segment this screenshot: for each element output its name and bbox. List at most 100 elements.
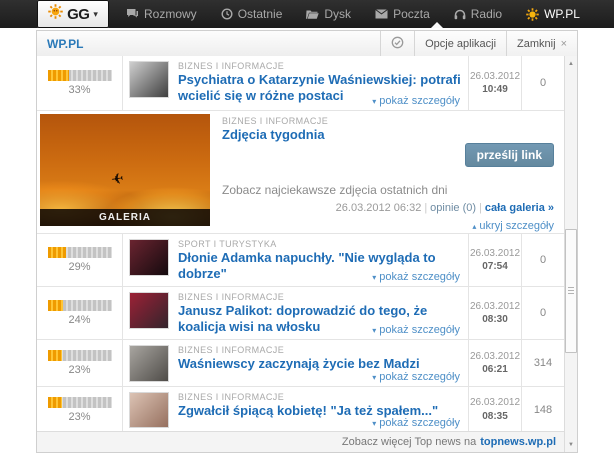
article-date: 26.03.2012 [469, 397, 521, 408]
gallery-datetime: 26.03.2012 06:32 [335, 202, 422, 214]
gallery-body: BIZNES I INFORMACJE Zdjęcia tygodnia prz… [210, 113, 562, 232]
tab-wppl[interactable]: WP.PL [526, 7, 580, 21]
news-row: 24% BIZNES I INFORMACJE Janusz Palikot: … [37, 287, 564, 340]
tab-poczta[interactable]: Poczta [375, 7, 430, 21]
popularity-cell: 33% [37, 56, 123, 110]
show-details-link[interactable]: ▾ pokaż szczegóły [372, 417, 460, 429]
tab-dysk[interactable]: Dysk [306, 7, 351, 21]
article-title-link[interactable]: Waśniewscy zaczynają życie bez Madzi [178, 356, 462, 372]
scrollbar[interactable]: ▲ ▼ [564, 56, 577, 452]
article-time: 07:54 [482, 261, 508, 272]
article-thumbnail[interactable] [129, 345, 169, 382]
article-date: 26.03.2012 [469, 300, 521, 312]
panel-actions: Opcje aplikacji Zamknij × [380, 31, 577, 56]
topbar-tabs: Rozmowy Ostatnie Dysk Poczta Radio WP.PL [126, 0, 580, 28]
check-circle-icon [391, 36, 404, 52]
article-time: 08:35 [482, 410, 508, 422]
news-row: 23% BIZNES I INFORMACJE Zgwałcił śpiącą … [37, 387, 564, 432]
gg-sun-logo-icon [48, 4, 63, 24]
close-label: Zamknij [517, 37, 556, 50]
gallery-title-link[interactable]: Zdjęcia tygodnia [222, 127, 554, 143]
article-category: BIZNES I INFORMACJE [178, 292, 285, 302]
tab-radio[interactable]: Radio [454, 7, 502, 21]
tab-rozmowy[interactable]: Rozmowy [126, 7, 197, 21]
popularity-cell: 23% [37, 340, 123, 386]
news-row: 33% BIZNES I INFORMACJE Psychiatra o Kat… [37, 56, 564, 111]
date-cell: 26.03.2012 07:54 [468, 234, 521, 286]
topnews-link[interactable]: topnews.wp.pl [480, 436, 556, 448]
article-cell: BIZNES I INFORMACJE Waśniewscy zaczynają… [123, 340, 468, 386]
article-date: 26.03.2012 [469, 70, 521, 82]
article-cell: BIZNES I INFORMACJE Psychiatra o Katarzy… [123, 56, 468, 110]
close-button[interactable]: Zamknij × [507, 31, 577, 56]
article-time: 10:49 [482, 84, 508, 95]
gallery-meta: 26.03.2012 06:32 | opinie (0) | cała galeria… [336, 202, 554, 214]
tab-label: Ostatnie [237, 7, 283, 21]
gallery-image[interactable]: ✈ GALERIA [40, 114, 210, 226]
article-time: 08:30 [482, 314, 508, 325]
popularity-bar [47, 300, 112, 311]
chevron-down-icon: ▾ [372, 419, 377, 428]
article-cell: BIZNES I INFORMACJE Janusz Palikot: dopr… [123, 287, 468, 339]
footer-text: Zobacz więcej Top news na [341, 436, 477, 448]
show-details-label: pokaż szczegóły [379, 417, 460, 429]
chevron-down-icon: ▾ [372, 97, 377, 106]
gg-menu-button[interactable]: GG ▾ [37, 0, 109, 28]
tab-label: Radio [470, 7, 503, 21]
article-category: BIZNES I INFORMACJE [178, 61, 285, 71]
send-link-button[interactable]: prześlij link [464, 143, 554, 167]
hide-details-label: ukryj szczegóły [479, 220, 554, 232]
app-topbar: GG ▾ Rozmowy Ostatnie Dysk Poczta Radio … [0, 0, 614, 28]
show-details-label: pokaż szczegóły [379, 271, 460, 283]
article-thumbnail[interactable] [129, 392, 169, 428]
full-gallery-link[interactable]: cała galeria » [485, 202, 554, 214]
date-cell: 26.03.2012 08:30 [468, 287, 521, 339]
show-details-label: pokaż szczegóły [379, 371, 460, 383]
popularity-cell: 24% [37, 287, 123, 339]
panel-header: WP.PL Opcje aplikacji Zamknij × [37, 31, 577, 57]
article-thumbnail[interactable] [129, 239, 169, 276]
opinions-link[interactable]: opinie (0) [430, 202, 476, 214]
show-details-link[interactable]: ▾ pokaż szczegóły [372, 324, 460, 336]
tab-label: WP.PL [544, 7, 580, 21]
check-circle-button[interactable] [381, 31, 416, 56]
app-options-button[interactable]: Opcje aplikacji [415, 31, 508, 56]
popularity-cell: 29% [37, 234, 123, 286]
tab-label: Poczta [393, 7, 430, 21]
panel-title-link[interactable]: WP.PL [47, 37, 83, 51]
folder-icon [306, 9, 320, 20]
popularity-cell: 23% [37, 387, 123, 432]
comment-count: 314 [521, 340, 564, 386]
comment-count: 0 [521, 56, 564, 110]
date-cell: 26.03.2012 06:21 [468, 340, 521, 386]
meta-separator: | [479, 202, 482, 214]
scrollbar-thumb[interactable] [565, 229, 577, 353]
scroll-up-button[interactable]: ▲ [565, 57, 577, 70]
tab-ostatnie[interactable]: Ostatnie [221, 7, 283, 21]
show-details-link[interactable]: ▾ pokaż szczegóły [372, 271, 460, 283]
article-thumbnail[interactable] [129, 61, 169, 98]
article-category: BIZNES I INFORMACJE [178, 392, 285, 402]
news-row: 23% BIZNES I INFORMACJE Waśniewscy zaczy… [37, 340, 564, 387]
show-details-link[interactable]: ▾ pokaż szczegóły [372, 95, 460, 107]
hide-details-link[interactable]: ▴ ukryj szczegóły [472, 220, 554, 232]
popularity-percent: 23% [68, 410, 91, 423]
gg-logo-text: GG [67, 5, 90, 23]
news-list: 33% BIZNES I INFORMACJE Psychiatra o Kat… [37, 56, 564, 432]
app-options-label: Opcje aplikacji [425, 37, 497, 50]
show-details-label: pokaż szczegóły [379, 324, 460, 336]
show-details-link[interactable]: ▾ pokaż szczegóły [372, 371, 460, 383]
chevron-down-icon: ▾ [372, 273, 377, 282]
close-icon: × [560, 37, 567, 50]
scroll-down-button[interactable]: ▼ [565, 438, 577, 451]
article-thumbnail[interactable] [129, 292, 169, 329]
article-date: 26.03.2012 [469, 247, 521, 259]
tab-label: Dysk [324, 7, 352, 21]
popularity-percent: 33% [68, 84, 91, 96]
comment-count: 148 [521, 387, 564, 432]
popularity-bar [47, 396, 112, 408]
gallery-row: ✈ GALERIA BIZNES I INFORMACJE Zdjęcia ty… [37, 111, 564, 234]
date-cell: 26.03.2012 10:49 [468, 56, 521, 110]
gallery-description: Zobacz najciekawsze zdjęcia ostatnich dn… [222, 183, 448, 197]
article-cell: SPORT I TURYSTYKA Dłonie Adamka napuchły… [123, 234, 468, 286]
